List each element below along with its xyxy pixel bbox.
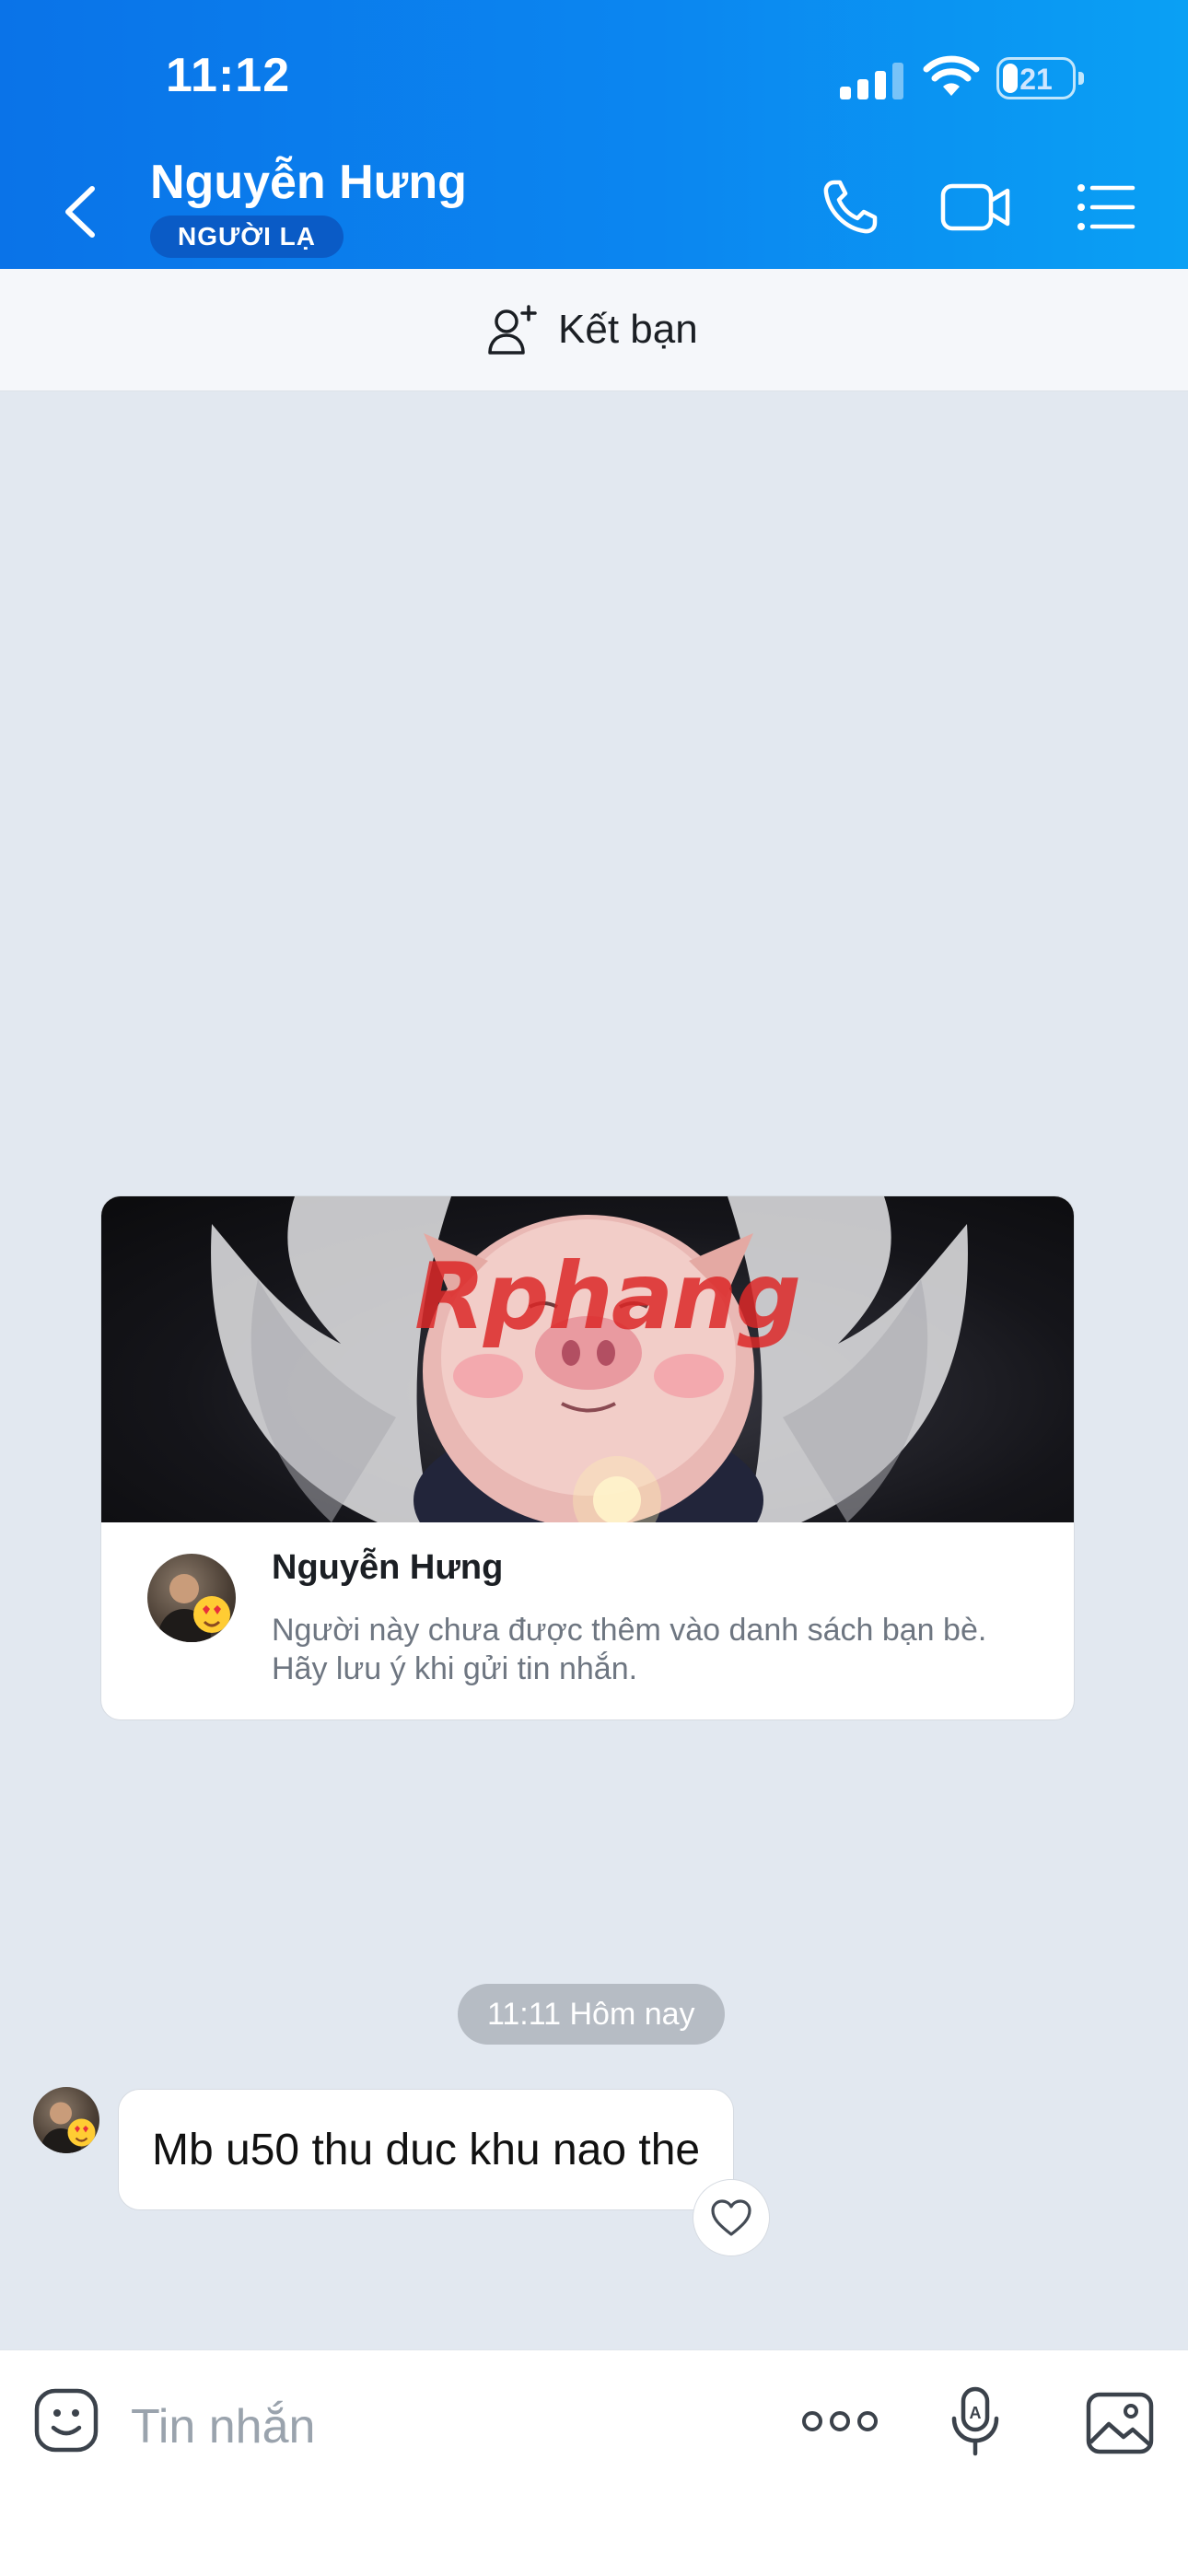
image-icon[interactable] [1085, 2391, 1155, 2455]
timestamp-pill: 11:11 Hôm nay [458, 1984, 725, 2045]
battery-percent: 21 [1019, 63, 1053, 96]
back-icon[interactable] [55, 180, 107, 244]
stranger-badge: NGƯỜI LẠ [150, 216, 344, 258]
message-input[interactable] [129, 2389, 777, 2465]
watermark: Rphang [414, 1242, 801, 1350]
signal-icon [840, 61, 904, 99]
voice-icon[interactable]: A [949, 2385, 1002, 2459]
wifi-icon [923, 55, 980, 96]
status-time: 11:12 [166, 49, 291, 102]
react-heart-button[interactable] [693, 2179, 770, 2256]
add-user-icon [488, 305, 537, 355]
menu-list-icon[interactable] [1076, 175, 1136, 239]
message-composer: A [0, 2349, 1188, 2576]
cover-photo: Rphang [101, 1196, 1074, 1522]
add-friend-button[interactable]: Kết bạn [486, 302, 698, 357]
svg-text:A: A [970, 2404, 982, 2422]
more-icon[interactable] [801, 2406, 879, 2437]
battery-icon: 21 [996, 57, 1084, 99]
video-icon[interactable] [939, 175, 1013, 239]
message-bubble[interactable]: Mb u50 thu duc khu nao the [118, 2089, 735, 2210]
sticker-icon[interactable] [33, 2387, 99, 2454]
sender-avatar[interactable] [33, 2087, 99, 2153]
profile-card[interactable]: Rphang Nguyễn Hưng Người này chưa được t… [100, 1195, 1075, 1720]
card-name: Nguyễn Hưng [272, 1548, 504, 1587]
chat-header: 11:12 21 Nguyễn Hưng NGƯỜI LẠ [0, 0, 1188, 269]
add-friend-label: Kết bạn [558, 307, 698, 352]
add-friend-bar[interactable]: Kết bạn [0, 269, 1188, 391]
card-description: Người này chưa được thêm vào danh sách b… [272, 1613, 987, 1686]
heart-icon [711, 2199, 751, 2236]
phone-icon[interactable] [818, 175, 882, 239]
avatar[interactable] [147, 1554, 236, 1642]
contact-name[interactable]: Nguyễn Hưng [150, 155, 467, 210]
